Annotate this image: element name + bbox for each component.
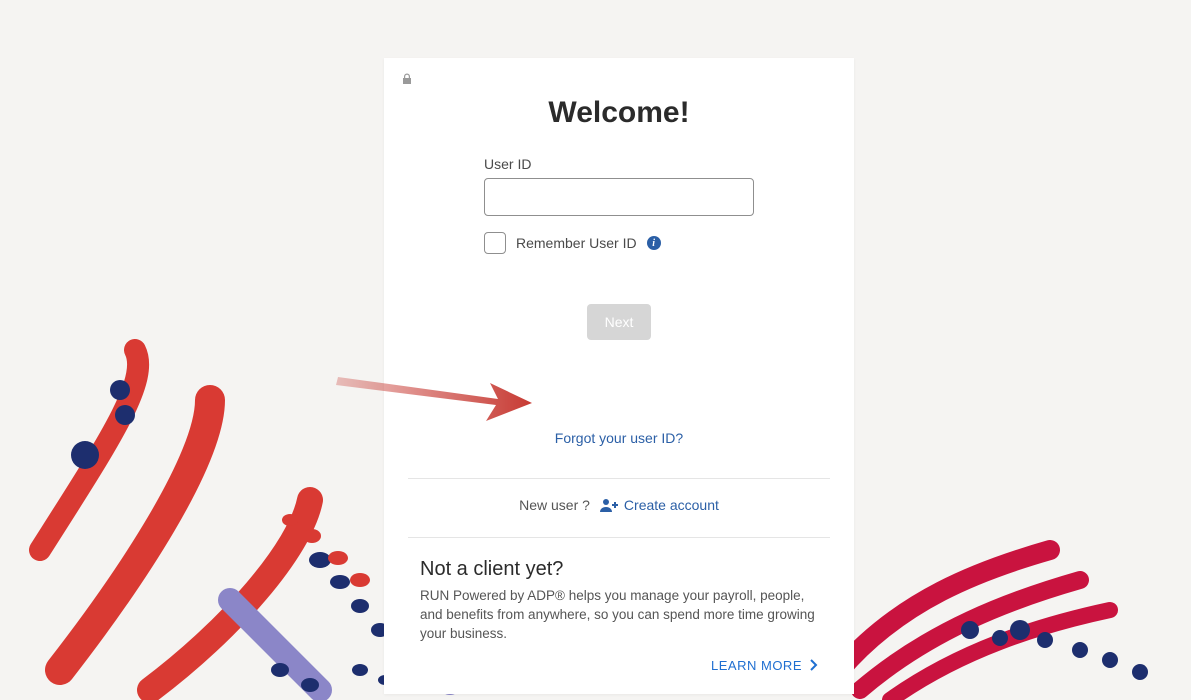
- divider: [408, 478, 830, 479]
- info-icon[interactable]: i: [647, 236, 661, 250]
- user-plus-icon: [600, 498, 618, 512]
- decorative-art-left: [0, 320, 420, 700]
- learn-more-link[interactable]: LEARN MORE: [711, 658, 818, 674]
- decorative-art-right: [820, 540, 1191, 700]
- learn-more-label: LEARN MORE: [711, 658, 802, 673]
- lock-icon: [402, 76, 412, 88]
- chevron-right-icon: [810, 658, 818, 674]
- promo-body: RUN Powered by ADP® helps you manage you…: [420, 587, 818, 644]
- login-card: Welcome! User ID Remember User ID i Next…: [384, 58, 854, 694]
- forgot-userid-link[interactable]: Forgot your user ID?: [533, 418, 705, 458]
- next-button[interactable]: Next: [587, 304, 652, 340]
- userid-label: User ID: [484, 156, 754, 172]
- page-title: Welcome!: [384, 96, 854, 130]
- create-account-label: Create account: [624, 497, 719, 513]
- userid-input[interactable]: [484, 178, 754, 216]
- promo-title: Not a client yet?: [420, 558, 818, 581]
- new-user-text: New user ?: [519, 497, 590, 513]
- remember-checkbox[interactable]: [484, 232, 506, 254]
- remember-label: Remember User ID: [516, 235, 637, 251]
- create-account-link[interactable]: Create account: [600, 497, 719, 513]
